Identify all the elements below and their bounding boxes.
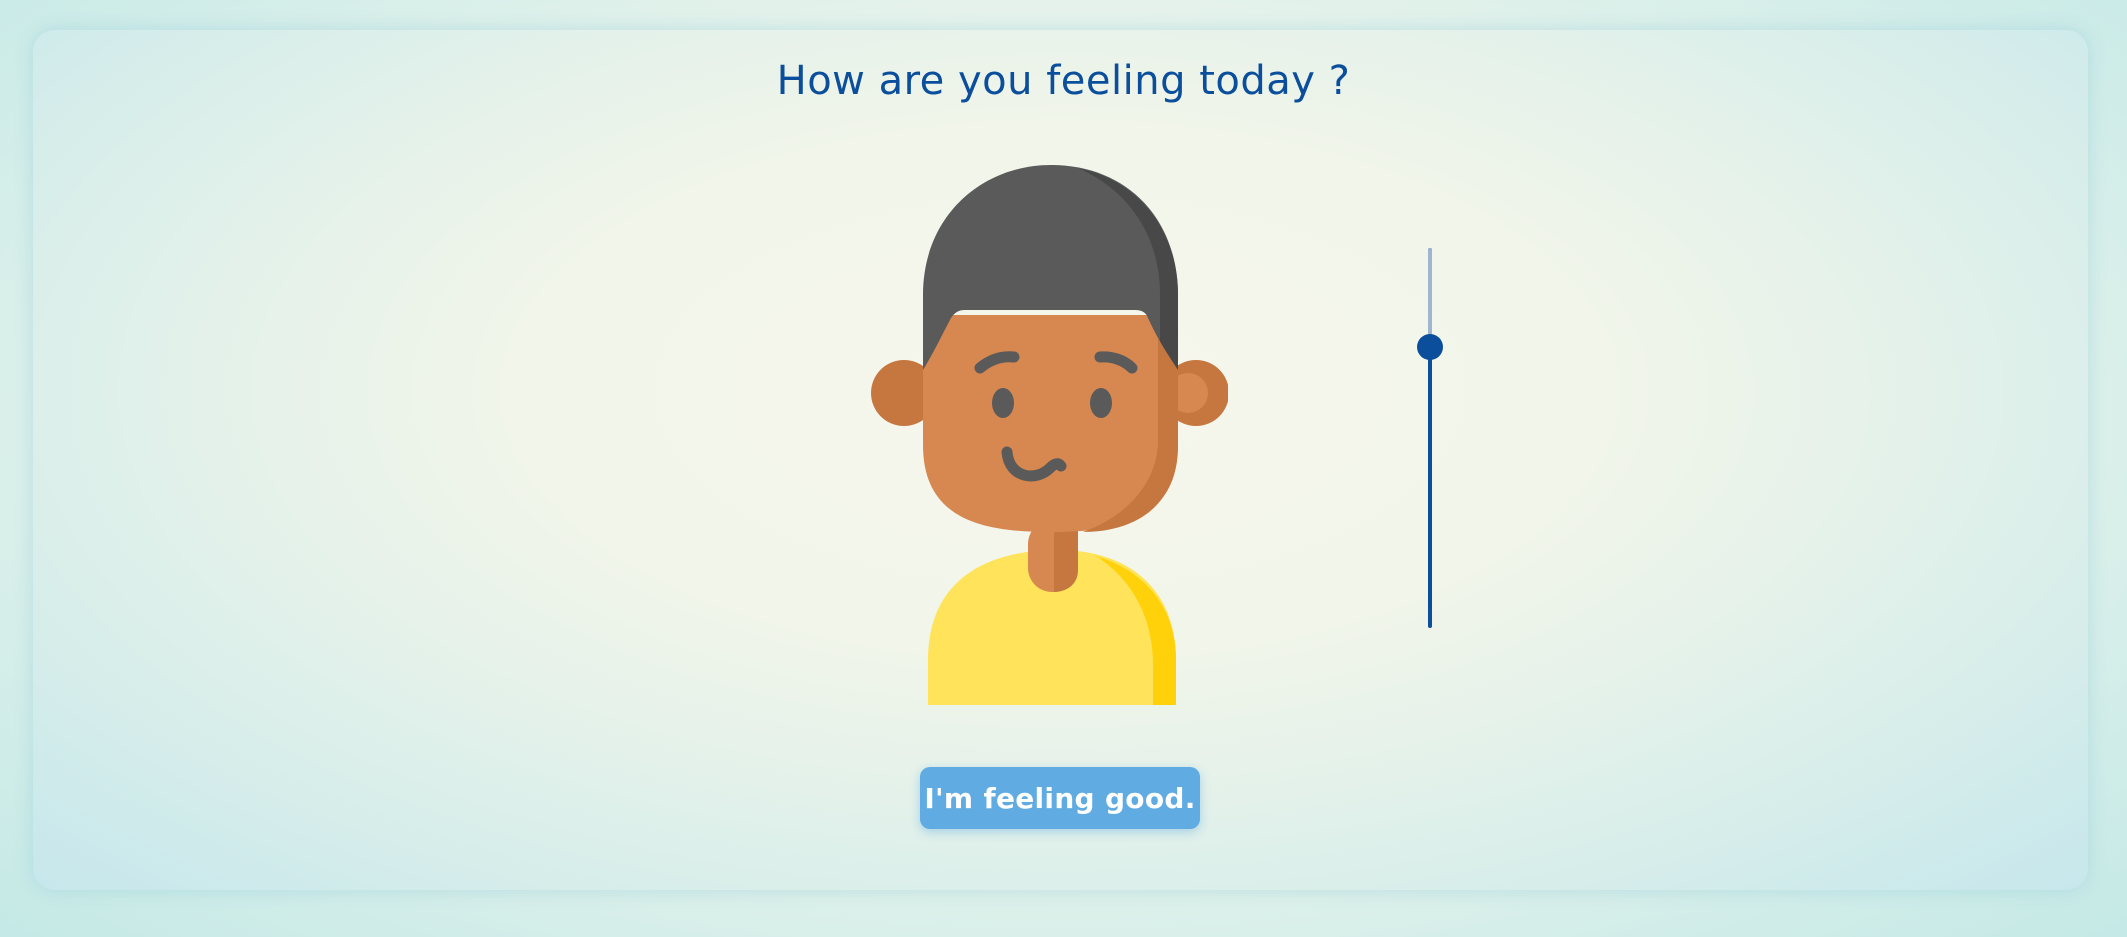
mood-slider[interactable] (1412, 248, 1448, 628)
slider-track-unfilled (1428, 248, 1432, 347)
neck-shadow-shape (1054, 522, 1078, 592)
slider-thumb[interactable] (1417, 333, 1443, 360)
page-title: How are you feeling today ? (776, 58, 1351, 104)
feeling-submit-button[interactable]: I'm feeling good. (920, 767, 1200, 829)
mood-avatar (868, 160, 1228, 720)
right-eye-shape (1090, 388, 1112, 418)
left-eye-shape (992, 388, 1014, 418)
smiling-face-avatar-icon (871, 165, 1228, 705)
